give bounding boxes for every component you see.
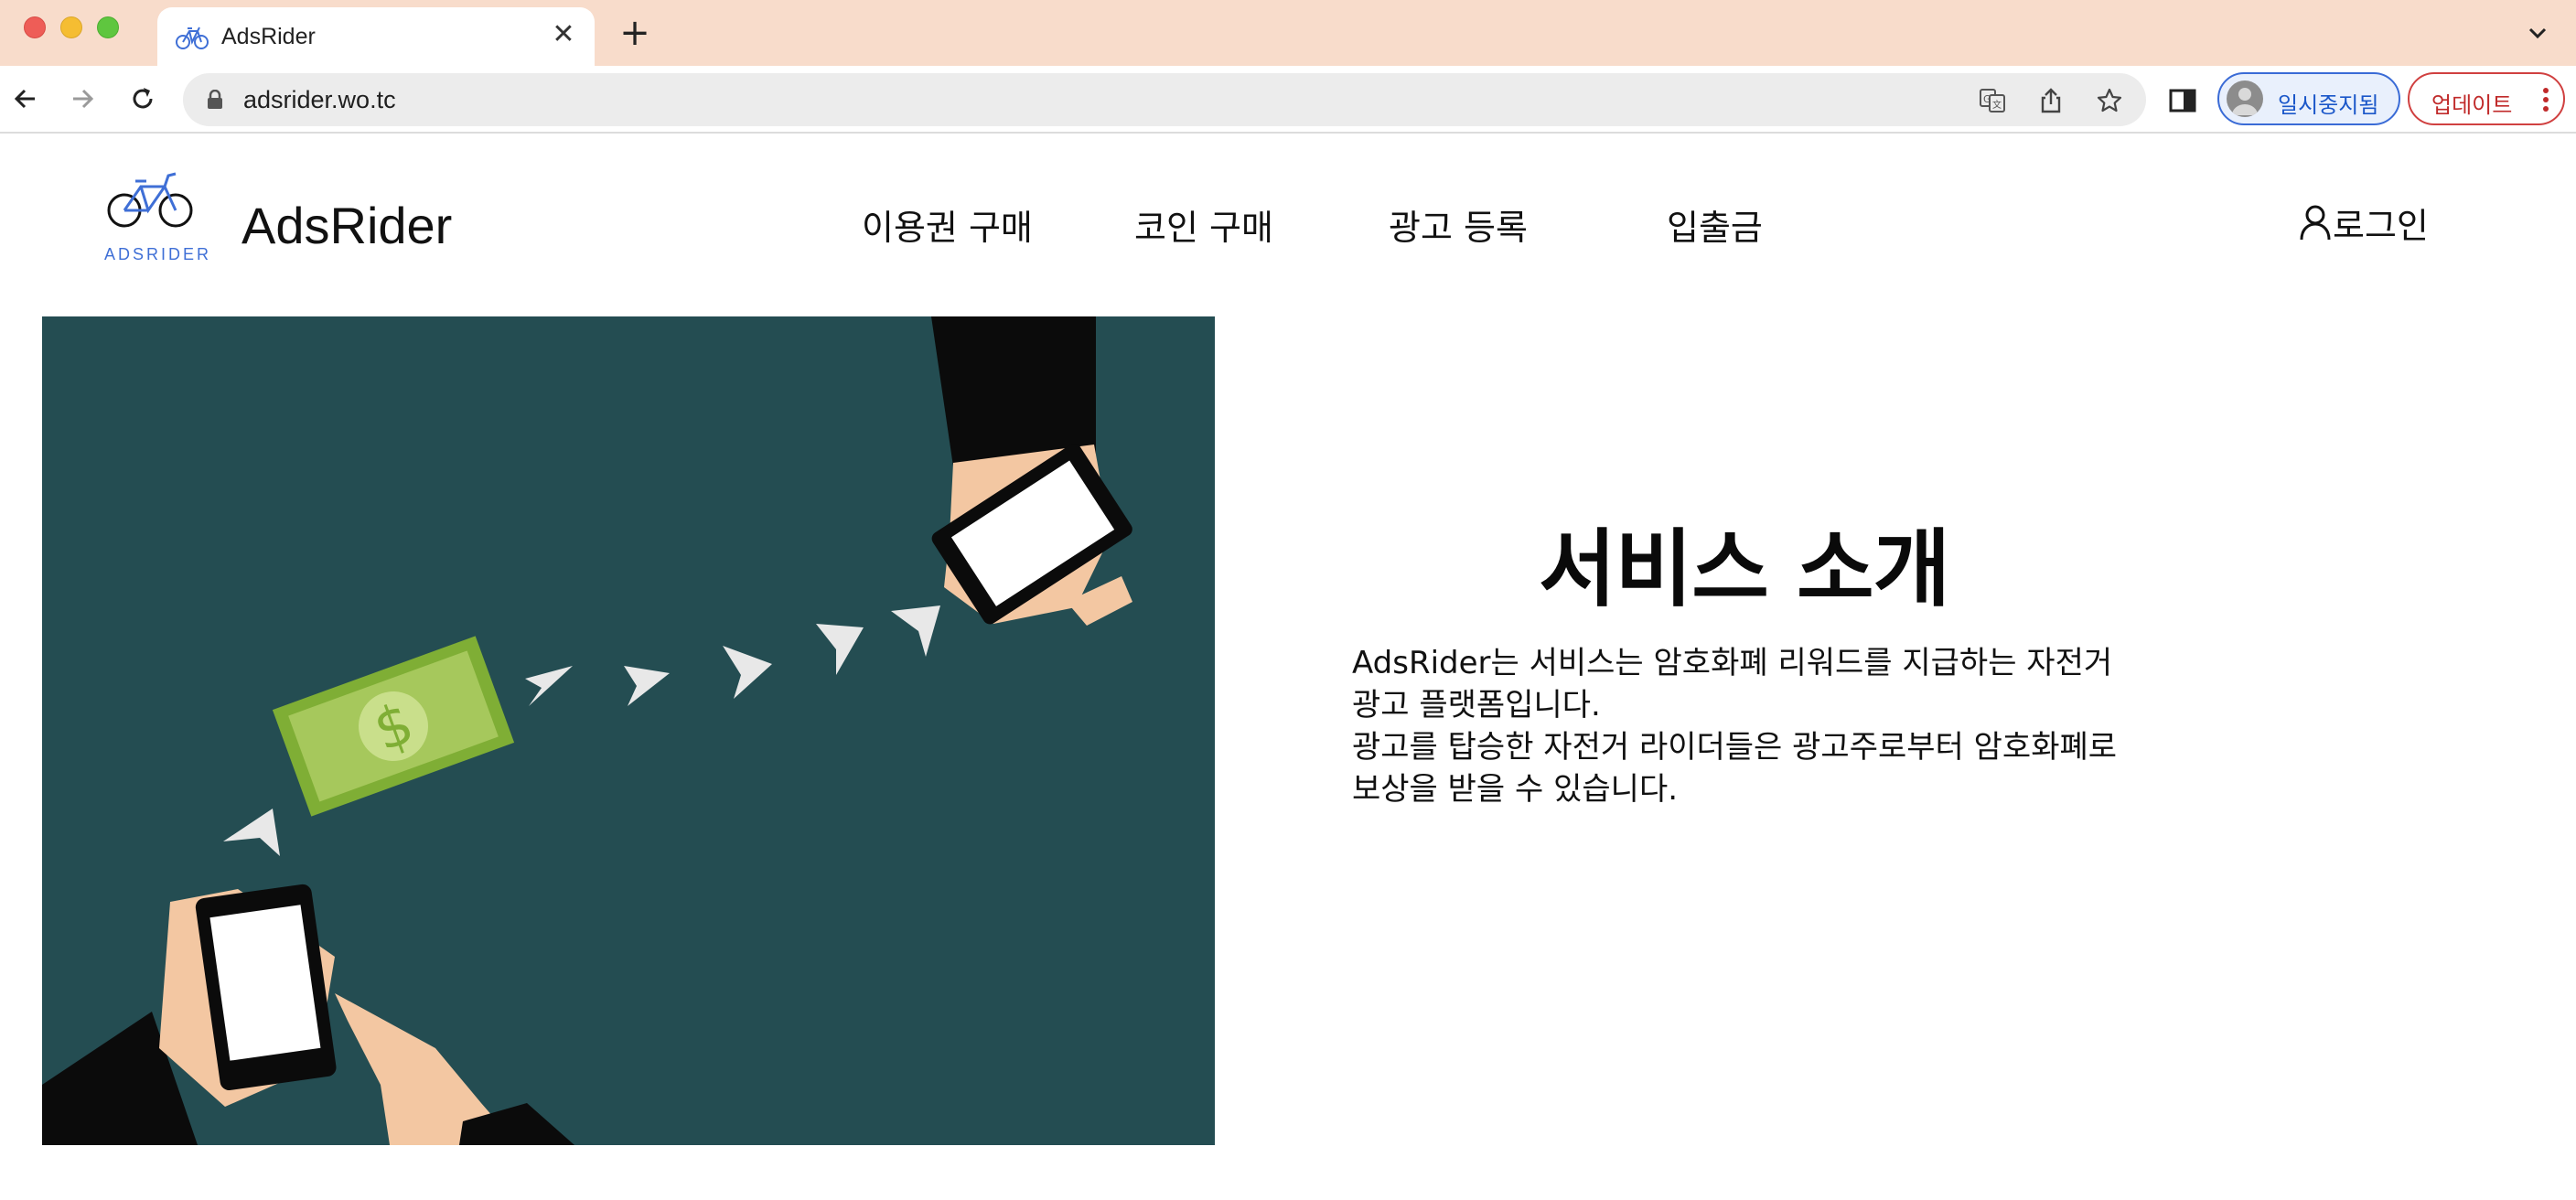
svg-text:文: 文 <box>1992 99 2002 111</box>
arrow-mark <box>723 646 772 699</box>
nav-ad-register[interactable]: 광고 등록 <box>1389 199 1528 250</box>
profile-button[interactable]: 일시중지됨 <box>2217 72 2400 125</box>
login-button[interactable]: 로그인 <box>2298 199 2429 246</box>
sleeve-top <box>931 316 1096 466</box>
nav-pass-purchase[interactable]: 이용권 구매 <box>862 199 1033 250</box>
profile-status-label: 일시중지됨 <box>2278 92 2379 118</box>
svg-text:G: G <box>1983 93 1991 105</box>
arrow-mark <box>891 605 940 657</box>
url-text[interactable]: adsrider.wo.tc <box>243 86 396 114</box>
reload-icon[interactable] <box>124 80 161 117</box>
close-icon[interactable]: ✕ <box>549 20 578 49</box>
maximize-window-button[interactable] <box>97 16 119 38</box>
update-button[interactable]: 업데이트 <box>2408 72 2565 125</box>
bicycle-icon <box>176 27 209 49</box>
intro-title: 서비스 소개 <box>1539 520 1950 618</box>
hero-illustration: $ <box>42 316 1215 1145</box>
side-panel-icon[interactable] <box>2168 86 2197 115</box>
plus-icon[interactable]: + <box>615 13 655 53</box>
intro-line: 보상을 받을 수 있습니다. <box>1352 771 1679 808</box>
close-window-button[interactable] <box>24 16 46 38</box>
intro-line: 광고 플랫폼입니다. <box>1352 687 1601 723</box>
login-label: 로그인 <box>2333 205 2429 246</box>
arrow-mark <box>816 624 864 675</box>
lock-icon[interactable] <box>205 90 225 110</box>
chevron-down-icon[interactable] <box>2523 18 2552 48</box>
address-bar[interactable]: adsrider.wo.tc G文 <box>183 73 2146 126</box>
share-icon[interactable] <box>2036 86 2066 115</box>
forward-icon[interactable] <box>64 80 101 117</box>
update-label: 업데이트 <box>2431 92 2513 118</box>
nav-coin-purchase[interactable]: 코인 구매 <box>1134 199 1273 250</box>
logo-caption: ADSRIDER <box>104 245 212 263</box>
minimize-window-button[interactable] <box>60 16 82 38</box>
browser-tabstrip: AdsRider ✕ + <box>0 0 2576 66</box>
arrow-mark <box>223 809 280 856</box>
translate-icon[interactable]: G文 <box>1978 86 2007 115</box>
arrow-mark <box>525 666 573 706</box>
site-brand[interactable]: AdsRider <box>242 196 452 255</box>
banknote: $ <box>272 636 515 817</box>
arrow-mark <box>624 666 670 706</box>
avatar <box>2227 80 2263 117</box>
intro-body: AdsRider는 서비스는 암호화폐 리워드를 지급하는 자전거 광고 플랫폼… <box>1352 642 2157 810</box>
nav-deposit-withdraw[interactable]: 입출금 <box>1667 199 1763 250</box>
person-icon <box>2300 205 2331 241</box>
browser-toolbar: adsrider.wo.tc G文 일시중지됨 업데이트 <box>0 66 2576 134</box>
star-icon[interactable] <box>2095 86 2124 115</box>
kebab-icon[interactable] <box>2541 85 2550 114</box>
intro-line: 광고를 탑승한 자전거 라이더들은 광고주로부터 암호화폐로 <box>1352 729 2118 766</box>
tab-title: AdsRider <box>221 24 316 49</box>
intro-line: AdsRider는 서비스는 암호화폐 리워드를 지급하는 자전거 <box>1352 645 2113 681</box>
browser-tab-active[interactable]: AdsRider ✕ <box>157 7 595 66</box>
site-logo-icon[interactable] <box>106 170 194 234</box>
back-icon[interactable] <box>7 80 44 117</box>
